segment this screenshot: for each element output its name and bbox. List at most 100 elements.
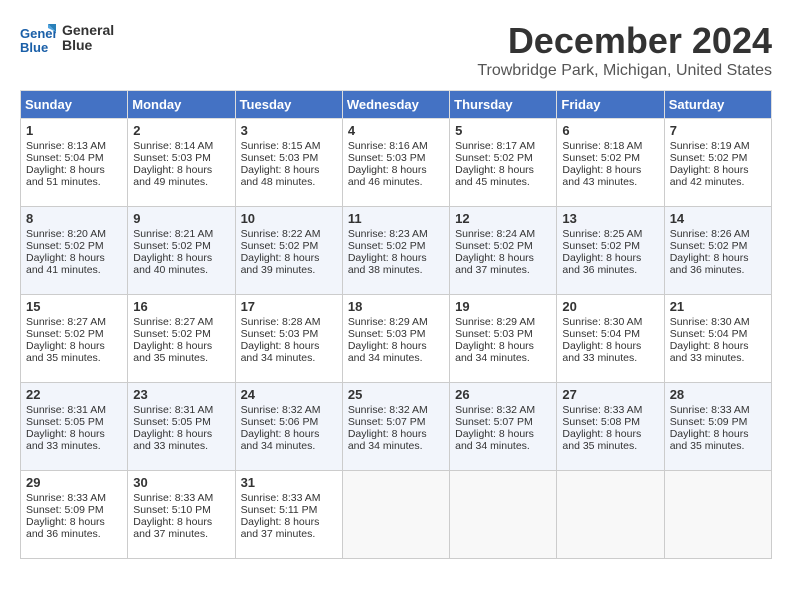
calendar-day-cell: 13 Sunrise: 8:25 AM Sunset: 5:02 PM Dayl…	[557, 207, 664, 295]
day-number: 16	[133, 299, 229, 314]
sunset-text: Sunset: 5:02 PM	[133, 240, 211, 252]
calendar-week-row: 15 Sunrise: 8:27 AM Sunset: 5:02 PM Dayl…	[21, 295, 772, 383]
sunset-text: Sunset: 5:05 PM	[26, 416, 104, 428]
calendar-day-cell: 19 Sunrise: 8:29 AM Sunset: 5:03 PM Dayl…	[450, 295, 557, 383]
sunset-text: Sunset: 5:02 PM	[670, 240, 748, 252]
sunset-text: Sunset: 5:06 PM	[241, 416, 319, 428]
daylight-text: Daylight: 8 hours and 51 minutes.	[26, 164, 105, 188]
weekday-header-cell: Friday	[557, 91, 664, 119]
daylight-text: Daylight: 8 hours and 34 minutes.	[348, 428, 427, 452]
sunset-text: Sunset: 5:02 PM	[562, 240, 640, 252]
day-number: 23	[133, 387, 229, 402]
day-number: 20	[562, 299, 658, 314]
day-number: 26	[455, 387, 551, 402]
calendar-day-cell: 31 Sunrise: 8:33 AM Sunset: 5:11 PM Dayl…	[235, 471, 342, 559]
sunrise-text: Sunrise: 8:29 AM	[455, 316, 535, 328]
daylight-text: Daylight: 8 hours and 48 minutes.	[241, 164, 320, 188]
weekday-header-cell: Wednesday	[342, 91, 449, 119]
daylight-text: Daylight: 8 hours and 40 minutes.	[133, 252, 212, 276]
day-number: 19	[455, 299, 551, 314]
daylight-text: Daylight: 8 hours and 42 minutes.	[670, 164, 749, 188]
logo: General Blue General Blue	[20, 20, 114, 56]
daylight-text: Daylight: 8 hours and 33 minutes.	[562, 340, 641, 364]
sunset-text: Sunset: 5:04 PM	[562, 328, 640, 340]
sunrise-text: Sunrise: 8:27 AM	[26, 316, 106, 328]
sunset-text: Sunset: 5:02 PM	[455, 240, 533, 252]
sunset-text: Sunset: 5:03 PM	[241, 152, 319, 164]
sunset-text: Sunset: 5:03 PM	[241, 328, 319, 340]
daylight-text: Daylight: 8 hours and 35 minutes.	[26, 340, 105, 364]
sunset-text: Sunset: 5:05 PM	[133, 416, 211, 428]
day-number: 31	[241, 475, 337, 490]
sunrise-text: Sunrise: 8:28 AM	[241, 316, 321, 328]
daylight-text: Daylight: 8 hours and 34 minutes.	[348, 340, 427, 364]
logo-icon: General Blue	[20, 20, 56, 56]
daylight-text: Daylight: 8 hours and 37 minutes.	[455, 252, 534, 276]
calendar-day-cell: 25 Sunrise: 8:32 AM Sunset: 5:07 PM Dayl…	[342, 383, 449, 471]
daylight-text: Daylight: 8 hours and 49 minutes.	[133, 164, 212, 188]
calendar-day-cell: 17 Sunrise: 8:28 AM Sunset: 5:03 PM Dayl…	[235, 295, 342, 383]
title-block: December 2024 Trowbridge Park, Michigan,…	[477, 20, 772, 80]
day-number: 25	[348, 387, 444, 402]
weekday-header-row: SundayMondayTuesdayWednesdayThursdayFrid…	[21, 91, 772, 119]
sunset-text: Sunset: 5:02 PM	[670, 152, 748, 164]
sunset-text: Sunset: 5:09 PM	[670, 416, 748, 428]
sunset-text: Sunset: 5:03 PM	[348, 328, 426, 340]
sunrise-text: Sunrise: 8:17 AM	[455, 140, 535, 152]
daylight-text: Daylight: 8 hours and 36 minutes.	[562, 252, 641, 276]
daylight-text: Daylight: 8 hours and 45 minutes.	[455, 164, 534, 188]
calendar-day-cell: 10 Sunrise: 8:22 AM Sunset: 5:02 PM Dayl…	[235, 207, 342, 295]
weekday-header-cell: Sunday	[21, 91, 128, 119]
daylight-text: Daylight: 8 hours and 33 minutes.	[26, 428, 105, 452]
sunrise-text: Sunrise: 8:33 AM	[26, 492, 106, 504]
sunrise-text: Sunrise: 8:18 AM	[562, 140, 642, 152]
daylight-text: Daylight: 8 hours and 36 minutes.	[670, 252, 749, 276]
calendar-day-cell: 5 Sunrise: 8:17 AM Sunset: 5:02 PM Dayli…	[450, 119, 557, 207]
sunrise-text: Sunrise: 8:19 AM	[670, 140, 750, 152]
location-title: Trowbridge Park, Michigan, United States	[477, 62, 772, 80]
sunrise-text: Sunrise: 8:32 AM	[241, 404, 321, 416]
sunset-text: Sunset: 5:07 PM	[348, 416, 426, 428]
sunset-text: Sunset: 5:02 PM	[241, 240, 319, 252]
logo-line1: General	[62, 23, 114, 38]
daylight-text: Daylight: 8 hours and 33 minutes.	[670, 340, 749, 364]
calendar-day-cell	[342, 471, 449, 559]
calendar-day-cell	[664, 471, 771, 559]
daylight-text: Daylight: 8 hours and 36 minutes.	[26, 516, 105, 540]
sunrise-text: Sunrise: 8:31 AM	[26, 404, 106, 416]
calendar-day-cell: 8 Sunrise: 8:20 AM Sunset: 5:02 PM Dayli…	[21, 207, 128, 295]
calendar-day-cell: 4 Sunrise: 8:16 AM Sunset: 5:03 PM Dayli…	[342, 119, 449, 207]
calendar-day-cell: 28 Sunrise: 8:33 AM Sunset: 5:09 PM Dayl…	[664, 383, 771, 471]
sunrise-text: Sunrise: 8:27 AM	[133, 316, 213, 328]
sunset-text: Sunset: 5:02 PM	[348, 240, 426, 252]
calendar-week-row: 8 Sunrise: 8:20 AM Sunset: 5:02 PM Dayli…	[21, 207, 772, 295]
day-number: 1	[26, 123, 122, 138]
calendar-day-cell: 15 Sunrise: 8:27 AM Sunset: 5:02 PM Dayl…	[21, 295, 128, 383]
sunset-text: Sunset: 5:02 PM	[455, 152, 533, 164]
day-number: 10	[241, 211, 337, 226]
day-number: 22	[26, 387, 122, 402]
daylight-text: Daylight: 8 hours and 33 minutes.	[133, 428, 212, 452]
sunrise-text: Sunrise: 8:31 AM	[133, 404, 213, 416]
sunrise-text: Sunrise: 8:21 AM	[133, 228, 213, 240]
day-number: 2	[133, 123, 229, 138]
sunset-text: Sunset: 5:02 PM	[133, 328, 211, 340]
sunrise-text: Sunrise: 8:24 AM	[455, 228, 535, 240]
sunset-text: Sunset: 5:03 PM	[133, 152, 211, 164]
day-number: 4	[348, 123, 444, 138]
calendar-day-cell	[450, 471, 557, 559]
daylight-text: Daylight: 8 hours and 38 minutes.	[348, 252, 427, 276]
daylight-text: Daylight: 8 hours and 43 minutes.	[562, 164, 641, 188]
daylight-text: Daylight: 8 hours and 41 minutes.	[26, 252, 105, 276]
daylight-text: Daylight: 8 hours and 34 minutes.	[241, 428, 320, 452]
calendar-day-cell: 26 Sunrise: 8:32 AM Sunset: 5:07 PM Dayl…	[450, 383, 557, 471]
calendar-day-cell: 12 Sunrise: 8:24 AM Sunset: 5:02 PM Dayl…	[450, 207, 557, 295]
sunrise-text: Sunrise: 8:30 AM	[670, 316, 750, 328]
calendar-day-cell: 1 Sunrise: 8:13 AM Sunset: 5:04 PM Dayli…	[21, 119, 128, 207]
calendar-day-cell: 2 Sunrise: 8:14 AM Sunset: 5:03 PM Dayli…	[128, 119, 235, 207]
sunrise-text: Sunrise: 8:30 AM	[562, 316, 642, 328]
calendar-day-cell: 30 Sunrise: 8:33 AM Sunset: 5:10 PM Dayl…	[128, 471, 235, 559]
sunrise-text: Sunrise: 8:22 AM	[241, 228, 321, 240]
calendar-day-cell: 9 Sunrise: 8:21 AM Sunset: 5:02 PM Dayli…	[128, 207, 235, 295]
sunrise-text: Sunrise: 8:33 AM	[241, 492, 321, 504]
